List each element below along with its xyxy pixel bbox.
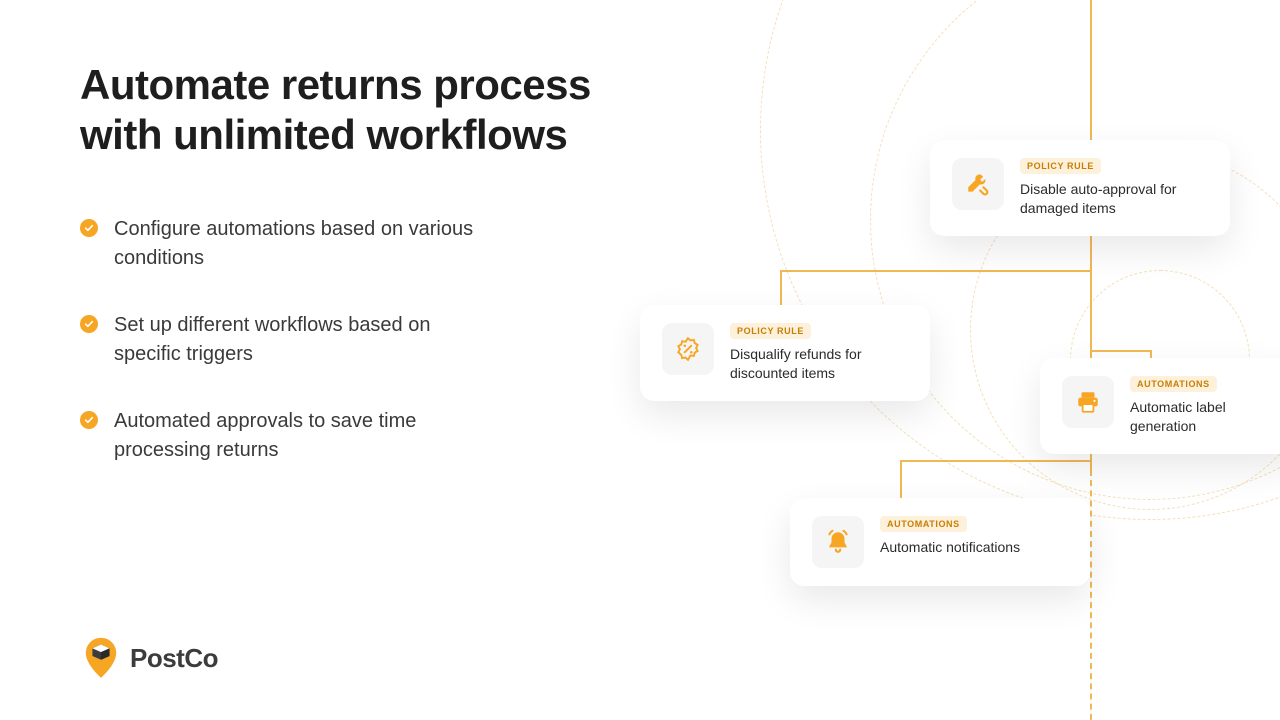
connector-line <box>780 270 782 310</box>
card-label: Automatic notifications <box>880 538 1020 557</box>
connector-line <box>780 270 1090 272</box>
headline: Automate returns process with unlimited … <box>80 60 600 159</box>
postco-logo-text: PostCo <box>130 643 218 674</box>
workflow-card-auto-label: AUTOMATIONS Automatic label generation <box>1040 358 1280 454</box>
connector-line <box>1090 350 1150 352</box>
card-label: Disable auto-approval for damaged items <box>1020 180 1190 218</box>
discount-badge-icon <box>662 323 714 375</box>
bell-icon <box>812 516 864 568</box>
workflow-card-auto-notify: AUTOMATIONS Automatic notifications <box>790 498 1090 586</box>
bullet-item: Automated approvals to save time process… <box>80 407 500 465</box>
tag-automations: AUTOMATIONS <box>880 516 967 532</box>
tag-automations: AUTOMATIONS <box>1130 376 1217 392</box>
workflow-diagram: POLICY RULE Disable auto-approval for da… <box>600 0 1280 720</box>
check-icon <box>80 219 98 237</box>
tools-icon <box>952 158 1004 210</box>
postco-logo: PostCo <box>82 636 218 680</box>
connector-line-dashed <box>1090 470 1092 720</box>
check-icon <box>80 411 98 429</box>
bullet-text: Automated approvals to save time process… <box>114 407 500 465</box>
postco-logo-icon <box>82 636 120 680</box>
bullet-list: Configure automations based on various c… <box>80 215 500 465</box>
workflow-card-policy-discount: POLICY RULE Disqualify refunds for disco… <box>640 305 930 401</box>
bullet-item: Configure automations based on various c… <box>80 215 500 273</box>
bullet-text: Set up different workflows based on spec… <box>114 311 500 369</box>
marketing-slide: Automate returns process with unlimited … <box>0 0 1280 720</box>
bullet-item: Set up different workflows based on spec… <box>80 311 500 369</box>
check-icon <box>80 315 98 333</box>
card-label: Disqualify refunds for discounted items <box>730 345 900 383</box>
connector-line <box>900 460 1092 462</box>
card-label: Automatic label generation <box>1130 398 1260 436</box>
tag-policy-rule: POLICY RULE <box>1020 158 1101 174</box>
printer-icon <box>1062 376 1114 428</box>
workflow-card-policy-damaged: POLICY RULE Disable auto-approval for da… <box>930 140 1230 236</box>
tag-policy-rule: POLICY RULE <box>730 323 811 339</box>
bullet-text: Configure automations based on various c… <box>114 215 500 273</box>
connector-line <box>900 460 902 500</box>
